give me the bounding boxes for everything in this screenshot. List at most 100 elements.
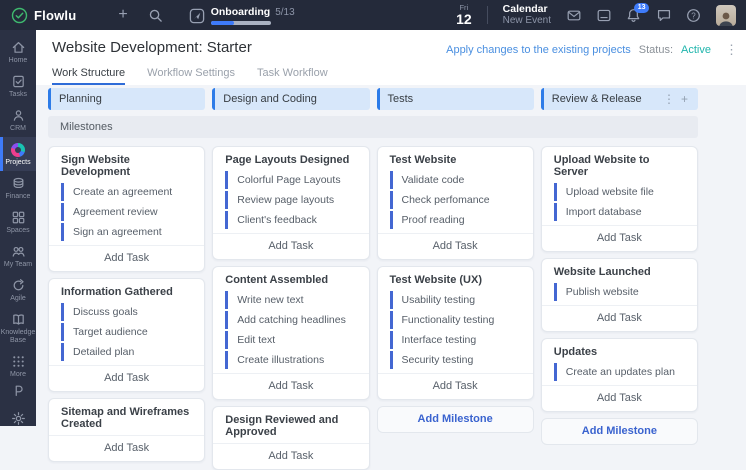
chat-icon[interactable] [656, 8, 671, 23]
task-item[interactable]: Usability testing [390, 291, 521, 309]
task-item[interactable]: Review page layouts [225, 191, 356, 209]
sidebar-item-home[interactable]: Home [0, 35, 36, 69]
milestone-card-sitemap-and-wireframes-created: Sitemap and Wireframes CreatedAdd Task [48, 398, 205, 462]
task-item[interactable]: Agreement review [61, 203, 192, 221]
onboarding-progress[interactable]: Onboarding 5/13 [189, 6, 295, 25]
onboarding-count: 5/13 [275, 7, 294, 18]
calendar-new-event[interactable]: Calendar New Event [503, 3, 551, 27]
sidebar-item-spaces[interactable]: Spaces [0, 205, 36, 239]
task-item[interactable]: Create an agreement [61, 183, 192, 201]
column-header-design-and-coding[interactable]: Design and Coding [212, 88, 369, 110]
column-title: Tests [388, 93, 527, 105]
sidebar-item-label: Home [9, 57, 28, 65]
sidebar-item-label: CRM [10, 125, 26, 133]
task-item[interactable]: Client's feedback [225, 211, 356, 229]
milestone-card-website-launched: Website LaunchedPublish websiteAdd Task [541, 258, 698, 332]
header-menu-icon[interactable]: ⋮ [725, 43, 738, 56]
date-widget[interactable]: Fri 12 [456, 4, 472, 27]
milestone-title: Updates [542, 346, 697, 358]
task-item[interactable]: Validate code [390, 171, 521, 189]
task-item[interactable]: Create illustrations [225, 351, 356, 369]
milestones-bar: Milestones [48, 116, 698, 138]
task-item[interactable]: Sign an agreement [61, 223, 192, 241]
task-item[interactable]: Security testing [390, 351, 521, 369]
column-menu-icon[interactable]: ⋮ [660, 92, 678, 106]
tab-work-structure[interactable]: Work Structure [52, 67, 125, 85]
milestone-title: Sign Website Development [49, 154, 204, 178]
add-task-button[interactable]: Add Task [213, 443, 368, 469]
sidebar-item-knowledge-base[interactable]: Knowledge Base [0, 307, 36, 349]
sidebar-item-more[interactable]: More [0, 349, 36, 383]
task-item[interactable]: Add catching headlines [225, 311, 356, 329]
notes-icon[interactable] [596, 8, 611, 23]
notifications-bell-icon[interactable]: 13 [626, 8, 641, 23]
tab-workflow-settings[interactable]: Workflow Settings [147, 67, 235, 85]
task-item[interactable]: Functionality testing [390, 311, 521, 329]
onboarding-rocket-icon [189, 8, 204, 23]
task-item[interactable]: Create an updates plan [554, 363, 685, 381]
column-header-planning[interactable]: Planning [48, 88, 205, 110]
task-item[interactable]: Publish website [554, 283, 685, 301]
add-milestone-button[interactable]: Add Milestone [541, 418, 698, 445]
task-list: Colorful Page Layouts Review page layouts… [213, 171, 368, 229]
milestone-card-upload-website-to-server: Upload Website to ServerUpload website f… [541, 146, 698, 252]
add-column-icon[interactable]: + [678, 92, 691, 106]
apply-changes-link[interactable]: Apply changes to the existing projects [446, 44, 631, 56]
add-task-button[interactable]: Add Task [49, 435, 204, 461]
task-item[interactable]: Discuss goals [61, 303, 192, 321]
onboarding-label: Onboarding [211, 6, 271, 18]
column-header-review-release[interactable]: Review & Release⋮+ [541, 88, 698, 110]
add-task-button[interactable]: Add Task [542, 385, 697, 411]
calendar-label: Calendar [503, 3, 551, 15]
sidebar-item-crm[interactable]: CRM [0, 103, 36, 137]
milestone-title: Design Reviewed and Approved [213, 414, 368, 438]
add-task-button[interactable]: Add Task [49, 245, 204, 271]
task-item[interactable]: Write new text [225, 291, 356, 309]
p-logo-icon[interactable] [11, 383, 26, 398]
task-item[interactable]: Import database [554, 203, 685, 221]
gear-icon[interactable] [11, 411, 26, 426]
onboarding-text-block: Onboarding 5/13 [211, 6, 295, 25]
tab-task-workflow[interactable]: Task Workflow [257, 67, 328, 85]
add-task-button[interactable]: Add Task [542, 225, 697, 251]
add-task-button[interactable]: Add Task [542, 305, 697, 331]
task-item[interactable]: Edit text [225, 331, 356, 349]
flowlu-check-icon [11, 7, 28, 24]
task-item[interactable]: Detailed plan [61, 343, 192, 361]
task-item[interactable]: Proof reading [390, 211, 521, 229]
task-item[interactable]: Colorful Page Layouts [225, 171, 356, 189]
user-avatar[interactable] [716, 5, 736, 26]
crm-icon [11, 108, 26, 123]
sidebar-item-projects[interactable]: Projects [0, 137, 36, 171]
status-value[interactable]: Active [681, 44, 711, 56]
sidebar-item-my-team[interactable]: My Team [0, 239, 36, 273]
help-icon[interactable]: ? [686, 8, 701, 23]
task-item[interactable]: Target audience [61, 323, 192, 341]
tasks-icon [11, 74, 26, 89]
more-grid-icon [11, 354, 26, 369]
add-task-button[interactable]: Add Task [378, 233, 533, 259]
add-milestone-button[interactable]: Add Milestone [377, 406, 534, 433]
add-task-button[interactable]: Add Task [49, 365, 204, 391]
add-task-button[interactable]: Add Task [378, 373, 533, 399]
sidebar-item-label: Finance [6, 193, 31, 201]
milestone-title: Content Assembled [213, 274, 368, 286]
content: Planning Design and Coding Tests Review & R… [36, 85, 746, 470]
column-title: Review & Release [552, 93, 660, 105]
team-icon [11, 244, 26, 259]
search-icon[interactable] [148, 8, 163, 23]
task-item[interactable]: Upload website file [554, 183, 685, 201]
add-task-button[interactable]: Add Task [213, 233, 368, 259]
mail-icon[interactable] [566, 8, 581, 23]
flowlu-logo[interactable]: Flowlu [0, 7, 76, 24]
create-plus-icon[interactable]: + [118, 7, 127, 23]
milestone-card-sign-website-development: Sign Website Development Create an agreem… [48, 146, 205, 272]
column-planning: Sign Website Development Create an agreem… [48, 146, 205, 462]
column-header-tests[interactable]: Tests [377, 88, 534, 110]
task-item[interactable]: Check perfomance [390, 191, 521, 209]
sidebar-item-agile[interactable]: Agile [0, 273, 36, 307]
add-task-button[interactable]: Add Task [213, 373, 368, 399]
sidebar-item-tasks[interactable]: Tasks [0, 69, 36, 103]
task-item[interactable]: Interface testing [390, 331, 521, 349]
sidebar-item-finance[interactable]: Finance [0, 171, 36, 205]
